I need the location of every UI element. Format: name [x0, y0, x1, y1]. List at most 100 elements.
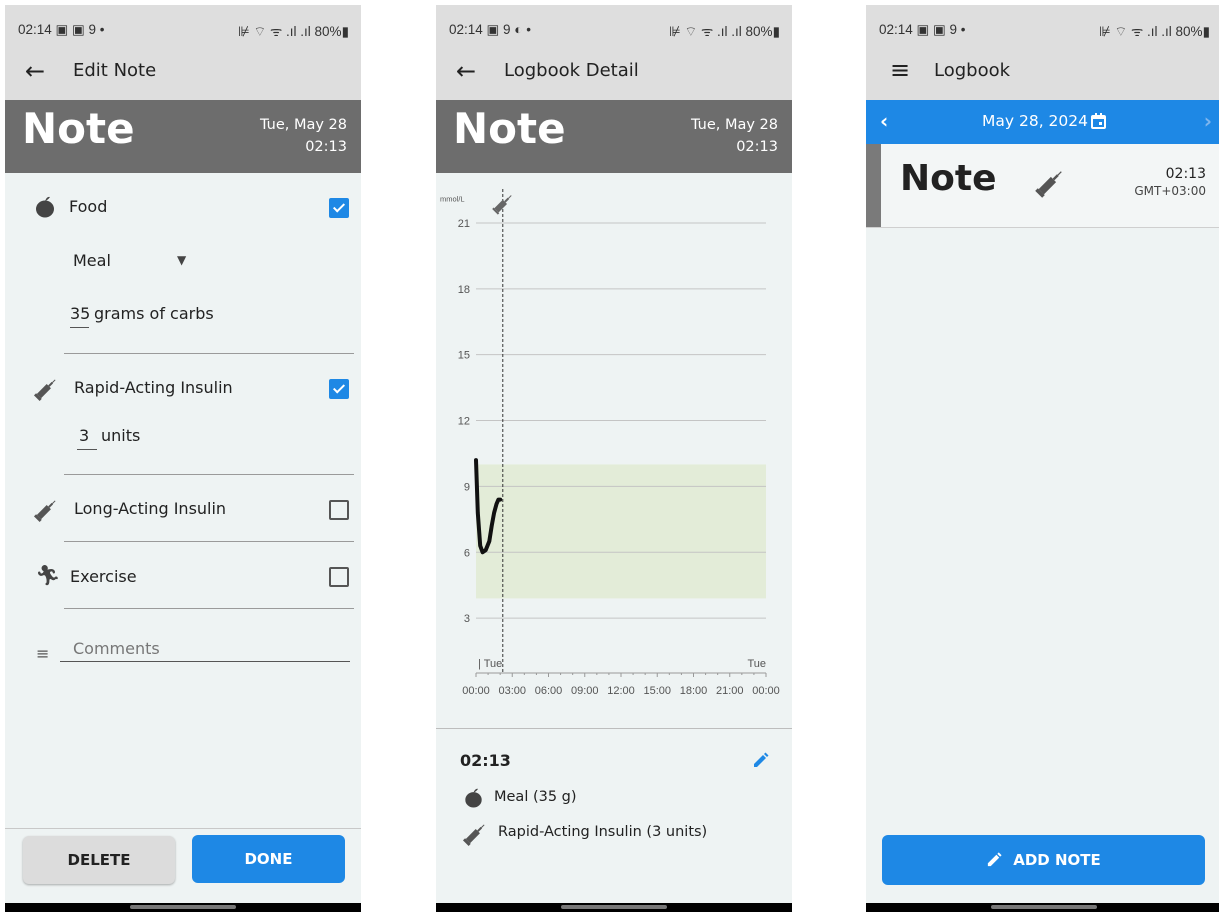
entry-title: Note — [900, 158, 997, 199]
day-label: | Tue — [478, 658, 502, 670]
entry-timezone: GMT+03:00 — [1134, 184, 1206, 198]
long-insulin-checkbox[interactable] — [329, 500, 349, 520]
app-bar: ← Edit Note — [5, 45, 361, 100]
calendar-icon[interactable] — [1091, 113, 1106, 129]
date-navigator: ‹ May 28, 2024 › — [866, 100, 1219, 144]
carbs-unit-label: grams of carbs — [94, 304, 214, 323]
units-label: units — [101, 426, 141, 445]
syringe-icon — [33, 500, 56, 523]
units-input[interactable]: 3 — [79, 426, 89, 445]
delete-button[interactable]: DELETE — [23, 836, 175, 884]
app-bar: ≡ Logbook — [866, 45, 1219, 100]
home-gesture-pill[interactable] — [991, 905, 1097, 909]
banner-datetime: Tue, May 28 02:13 — [260, 114, 347, 158]
status-time: 02:14 ▣ 9 ◐ • — [449, 22, 531, 37]
status-bar: 02:14 ▣ ▣ 9 • ⊯ ⌔ ᯤ .ıl .ıl 80%▮ — [866, 5, 1219, 45]
chart-divider — [436, 728, 792, 729]
meal-select-value[interactable]: Meal — [73, 251, 111, 270]
status-time: 02:14 ▣ ▣ 9 • — [879, 22, 966, 37]
banner-title: Note — [22, 104, 135, 153]
comments-underline — [60, 661, 350, 662]
add-note-button[interactable]: ADD NOTE — [882, 835, 1205, 885]
home-gesture-pill[interactable] — [130, 905, 236, 909]
system-nav-bar — [5, 903, 361, 912]
apple-icon — [36, 196, 54, 218]
hamburger-menu-icon[interactable]: ≡ — [890, 56, 910, 84]
done-button[interactable]: DONE — [192, 835, 345, 883]
back-arrow-icon[interactable]: ← — [456, 57, 476, 85]
x-tick-label: 00:00 — [462, 685, 490, 697]
status-indicators: ⊯ ⌔ ᯤ .ıl .ıl 80%▮ — [669, 24, 780, 39]
long-insulin-label: Long-Acting Insulin — [74, 499, 227, 518]
status-bar: 02:14 ▣ ▣ 9 • ⊯ ⌔ ᯤ .ıl .ıl 80%▮ — [5, 5, 361, 45]
notes-lines-icon: ≡ — [36, 644, 50, 663]
day-label: Tue — [747, 658, 766, 670]
system-nav-bar — [436, 903, 792, 912]
x-tick-label: 09:00 — [571, 685, 599, 697]
note-banner: Note Tue, May 28 02:13 — [436, 100, 792, 173]
current-date[interactable]: May 28, 2024 — [982, 112, 1088, 130]
running-person-icon: 🏃︎ — [35, 563, 61, 587]
x-tick-label: 03:00 — [498, 685, 526, 697]
syringe-icon-part — [508, 195, 512, 199]
divider — [64, 541, 354, 542]
divider — [64, 608, 354, 609]
y-tick-label: 6 — [464, 547, 470, 559]
entry-color-bar — [866, 144, 881, 227]
exercise-checkbox[interactable] — [329, 567, 349, 587]
y-tick-label: 15 — [458, 350, 470, 362]
bottom-divider — [5, 828, 361, 829]
comments-input[interactable]: Comments — [73, 639, 160, 658]
syringe-icon — [462, 824, 485, 847]
divider — [64, 353, 354, 354]
status-bar: 02:14 ▣ 9 ◐ • ⊯ ⌔ ᯤ .ıl .ıl 80%▮ — [436, 5, 792, 45]
status-indicators: ⊯ ⌔ ᯤ .ıl .ıl 80%▮ — [238, 24, 349, 39]
status-time: 02:14 ▣ ▣ 9 • — [18, 22, 105, 37]
syringe-icon-part — [504, 197, 510, 203]
page-title: Logbook — [934, 60, 1011, 81]
page-title: Logbook Detail — [504, 60, 639, 81]
apple-icon — [465, 788, 482, 808]
app-bar: ← Logbook Detail — [436, 45, 792, 100]
logbook-entry[interactable]: Note 02:13 GMT+03:00 — [866, 144, 1219, 228]
next-day-icon[interactable]: › — [1204, 109, 1212, 133]
food-checkbox[interactable] — [329, 198, 349, 218]
divider — [64, 474, 354, 475]
dropdown-caret-icon[interactable]: ▼ — [177, 253, 186, 267]
rapid-insulin-checkbox[interactable] — [329, 379, 349, 399]
carbs-input[interactable]: 35 — [70, 304, 90, 323]
home-gesture-pill[interactable] — [561, 905, 667, 909]
banner-date: Tue, May 28 — [690, 117, 778, 133]
y-tick-label: 12 — [458, 416, 470, 428]
carbs-input-underline — [70, 327, 89, 328]
x-tick-label: 18:00 — [680, 685, 708, 697]
edit-pencil-icon[interactable] — [752, 751, 770, 769]
y-tick-label: 3 — [464, 613, 470, 625]
target-range-band — [476, 464, 766, 599]
x-tick-label: 12:00 — [607, 685, 635, 697]
banner-time: 02:13 — [736, 139, 778, 155]
syringe-icon — [33, 379, 56, 402]
back-arrow-icon[interactable]: ← — [25, 57, 45, 85]
food-label: Food — [69, 197, 108, 216]
units-input-underline — [77, 449, 97, 450]
exercise-label: Exercise — [70, 567, 137, 586]
y-tick-label: 18 — [458, 284, 470, 296]
edit-note-screen: 02:14 ▣ ▣ 9 • ⊯ ⌔ ᯤ .ıl .ıl 80%▮ ← Edit … — [5, 5, 361, 912]
banner-title: Note — [453, 104, 566, 153]
page-title: Edit Note — [73, 60, 157, 81]
logbook-screen: 02:14 ▣ ▣ 9 • ⊯ ⌔ ᯤ .ıl .ıl 80%▮ ≡ Logbo… — [866, 5, 1219, 912]
entry-time: 02:13 — [1165, 166, 1206, 182]
previous-day-icon[interactable]: ‹ — [880, 109, 888, 133]
status-indicators: ⊯ ⌔ ᯤ .ıl .ıl 80%▮ — [1099, 24, 1210, 39]
y-tick-label: 21 — [458, 218, 470, 230]
y-tick-label: 9 — [464, 481, 470, 493]
banner-time: 02:13 — [305, 139, 347, 155]
logbook-detail-screen: 02:14 ▣ 9 ◐ • ⊯ ⌔ ᯤ .ıl .ıl 80%▮ ← Logbo… — [436, 5, 792, 912]
entry-datetime: 02:13 GMT+03:00 — [1134, 166, 1206, 198]
banner-datetime: Tue, May 28 02:13 — [691, 114, 778, 158]
entry-insulin: Rapid-Acting Insulin (3 units) — [498, 824, 708, 840]
glucose-chart: mmol/L 3 6 9 12 15 18 21 00:00 03:00 06:00 09:00 12:… — [440, 189, 780, 697]
entry-meal: Meal (35 g) — [494, 789, 577, 805]
system-nav-bar — [866, 903, 1219, 912]
